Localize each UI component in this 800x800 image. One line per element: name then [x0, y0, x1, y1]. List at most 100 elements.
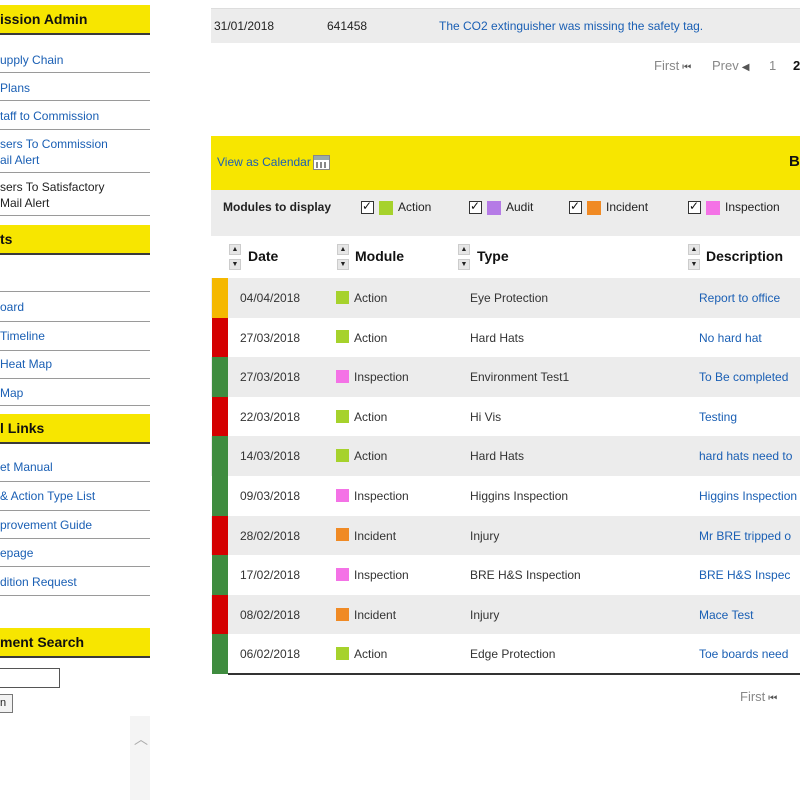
status-indicator — [212, 594, 228, 635]
module-filter-audit[interactable]: Audit — [469, 199, 533, 215]
document-search-button[interactable]: n — [0, 694, 13, 713]
row-description-link[interactable]: Higgins Inspection — [699, 489, 797, 503]
sidebar-link-dashboard[interactable]: oard — [0, 299, 150, 322]
sidebar-scrollbar[interactable]: ︿ — [130, 716, 150, 800]
row-description-link[interactable]: No hard hat — [699, 331, 762, 345]
sidebar-link-supply-chain[interactable]: upply Chain — [0, 50, 150, 73]
table-row[interactable]: 08/02/2018 Incident Injury Mace Test — [211, 594, 800, 635]
sidebar-link-users-to-satisfactory[interactable]: sers To Satisfactory Mail Alert — [0, 179, 150, 216]
sidebar-link-map[interactable]: Map — [0, 385, 150, 406]
table-row[interactable]: 04/04/2018 Action Eye Protection Report … — [211, 278, 800, 318]
pager-page-1[interactable]: 1 — [769, 58, 776, 73]
inspection-checkbox[interactable] — [688, 199, 701, 215]
column-header-date[interactable]: Date — [248, 248, 278, 264]
table-row[interactable]: 14/03/2018 Action Hard Hats hard hats ne… — [211, 436, 800, 476]
description-sort-control[interactable]: ▲ ▼ — [688, 244, 700, 272]
row-type: Hard Hats — [470, 449, 525, 464]
previous-row-description[interactable]: The CO2 extinguisher was missing the saf… — [439, 19, 703, 33]
sort-desc-icon[interactable]: ▼ — [337, 259, 349, 270]
row-type: Edge Protection — [470, 647, 556, 662]
table-header: ▲ ▼ Date ▲ ▼ Module ▲ ▼ Type ▲ ▼ Description — [211, 236, 800, 278]
table-row[interactable]: 27/03/2018 Action Hard Hats No hard hat — [211, 317, 800, 358]
row-description-link[interactable]: BRE H&S Inspec — [699, 568, 790, 582]
sidebar-link-plans[interactable]: Plans — [0, 78, 150, 101]
sidebar-link-improvement-guide[interactable]: provement Guide — [0, 517, 150, 539]
pager-bottom-first-link[interactable]: First ⏮ — [740, 689, 777, 704]
row-module: Action — [336, 330, 387, 345]
sort-asc-icon[interactable]: ▲ — [229, 244, 241, 255]
sidebar-heading-reports: ts — [0, 225, 150, 255]
incident-checkbox[interactable] — [569, 199, 582, 215]
table-row[interactable]: 22/03/2018 Action Hi Vis Testing — [211, 396, 800, 437]
module-filter-incident[interactable]: Incident — [569, 199, 648, 215]
sort-asc-icon[interactable]: ▲ — [337, 244, 349, 255]
audit-checkbox[interactable] — [469, 199, 482, 215]
sidebar-link-timeline[interactable]: Timeline — [0, 328, 150, 351]
incident-square-icon — [587, 200, 601, 215]
table-bottom-border — [228, 673, 800, 675]
scroll-up-icon[interactable]: ︿ — [134, 732, 148, 746]
sidebar-link-users-to-commission[interactable]: sers To Commission ail Alert — [0, 136, 150, 173]
type-sort-control[interactable]: ▲ ▼ — [458, 244, 470, 272]
row-date: 04/04/2018 — [240, 291, 301, 305]
table-row[interactable]: 06/02/2018 Action Edge Protection Toe bo… — [211, 634, 800, 674]
row-description-link[interactable]: Mace Test — [699, 608, 753, 622]
table-row[interactable]: 09/03/2018 Inspection Higgins Inspection… — [211, 476, 800, 516]
row-date: 09/03/2018 — [240, 489, 301, 503]
row-description-link[interactable]: Testing — [699, 410, 737, 424]
document-search-input[interactable] — [0, 668, 60, 688]
sidebar-link-heat-map[interactable]: Heat Map — [0, 356, 150, 379]
column-header-type[interactable]: Type — [477, 248, 509, 264]
row-module: Inspection — [336, 568, 409, 582]
action-square-icon — [379, 200, 393, 215]
sort-asc-icon[interactable]: ▲ — [688, 244, 700, 255]
action-square-icon — [336, 409, 349, 423]
pager-page-2[interactable]: 2 — [793, 58, 800, 73]
sidebar-link-action-type-list[interactable]: & Action Type List — [0, 488, 150, 511]
row-description-link[interactable]: hard hats need to — [699, 449, 792, 463]
pager-prev-link[interactable]: Prev ◀ — [712, 58, 749, 73]
status-indicator — [212, 634, 228, 674]
audit-square-icon — [487, 200, 501, 215]
sidebar: ission Admin upply Chain Plans taff to C… — [0, 0, 150, 800]
module-sort-control[interactable]: ▲ ▼ — [337, 244, 349, 272]
sidebar-link-homepage[interactable]: epage — [0, 545, 150, 567]
row-date: 22/03/2018 — [240, 409, 301, 424]
row-date: 28/02/2018 — [240, 528, 301, 543]
row-description-link[interactable]: Report to office — [699, 291, 780, 305]
pager-first-link[interactable]: First ⏮ — [654, 58, 691, 73]
row-description-link[interactable]: Mr BRE tripped o — [699, 529, 791, 543]
view-as-calendar-link[interactable]: View as Calendar — [217, 155, 330, 171]
table-row[interactable]: 27/03/2018 Inspection Environment Test1 … — [211, 357, 800, 397]
modules-label: Modules to display — [223, 200, 332, 214]
first-page-icon: ⏮ — [768, 693, 778, 704]
sidebar-link-blank[interactable] — [0, 272, 150, 292]
sort-desc-icon[interactable]: ▼ — [458, 259, 470, 270]
action-square-icon — [336, 647, 349, 661]
sidebar-link-staff-to-commission[interactable]: taff to Commission — [0, 106, 150, 130]
row-module: Action — [336, 409, 387, 424]
sort-desc-icon[interactable]: ▼ — [688, 259, 700, 270]
row-description-link[interactable]: Toe boards need — [699, 647, 788, 661]
table-row[interactable]: 28/02/2018 Incident Injury Mr BRE trippe… — [211, 515, 800, 556]
column-header-description[interactable]: Description — [706, 248, 783, 264]
sort-asc-icon[interactable]: ▲ — [458, 244, 470, 255]
sidebar-link-manual[interactable]: et Manual — [0, 459, 150, 482]
sidebar-link-addition-request[interactable]: dition Request — [0, 574, 150, 596]
row-module: Incident — [336, 528, 396, 543]
sort-desc-icon[interactable]: ▼ — [229, 259, 241, 270]
inspection-square-icon — [336, 488, 349, 502]
row-module: Inspection — [336, 488, 409, 503]
incident-square-icon — [336, 528, 349, 542]
date-sort-control[interactable]: ▲ ▼ — [229, 244, 241, 272]
row-date: 27/03/2018 — [240, 370, 301, 385]
row-module: Inspection — [336, 370, 409, 384]
table-row[interactable]: 17/02/2018 Inspection BRE H&S Inspection… — [211, 555, 800, 595]
row-type: Injury — [470, 528, 500, 543]
row-type: Hard Hats — [470, 330, 525, 345]
action-checkbox[interactable] — [361, 199, 374, 215]
row-description-link[interactable]: To Be completed — [699, 370, 788, 384]
module-filter-action[interactable]: Action — [361, 199, 431, 215]
column-header-module[interactable]: Module — [355, 248, 404, 264]
module-filter-inspection[interactable]: Inspection — [688, 199, 780, 215]
